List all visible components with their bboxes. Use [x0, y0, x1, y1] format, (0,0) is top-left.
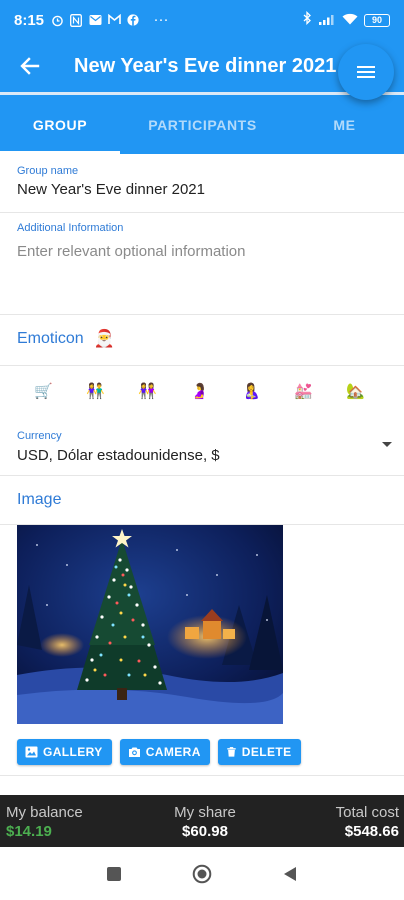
additional-info-input[interactable]: Enter relevant optional information — [17, 243, 397, 260]
dropdown-arrow-icon[interactable] — [382, 442, 392, 447]
emoji-option-wedding[interactable]: 💒 — [294, 382, 346, 400]
delete-button[interactable]: DELETE — [217, 739, 301, 765]
group-name-label: Group name — [17, 165, 79, 177]
divider — [0, 365, 404, 366]
home-button[interactable] — [182, 854, 222, 894]
tab-me[interactable]: ME — [285, 95, 404, 154]
tab-participants[interactable]: PARTICIPANTS — [120, 95, 285, 154]
triangle-back-icon — [284, 866, 296, 881]
emoji-option-cart[interactable]: 🛒 — [34, 382, 86, 400]
more-notifications-icon: ··· — [153, 11, 169, 28]
back-nav-button[interactable] — [270, 854, 310, 894]
menu-fab-button[interactable] — [338, 44, 394, 100]
emoji-option-house[interactable]: 🏡 — [346, 382, 398, 400]
back-button[interactable] — [0, 40, 60, 92]
camera-icon — [128, 747, 140, 757]
gallery-label: GALLERY — [43, 745, 103, 759]
balance-summary-bar: My balance $14.19 My share $60.98 Total … — [0, 795, 404, 847]
my-balance: My balance $14.19 — [6, 804, 83, 840]
my-balance-value: $14.19 — [6, 823, 52, 840]
my-share-value: $60.98 — [182, 823, 228, 840]
app-screen: 8:15 ··· 90 New Year's Eve dinner 2021 G… — [0, 0, 404, 900]
emoticon-row[interactable]: Emoticon 🎅 — [17, 329, 115, 349]
battery-icon: 90 — [364, 13, 390, 27]
additional-info-field[interactable]: Additional Information Enter relevant op… — [17, 222, 397, 260]
selected-emoticon[interactable]: 🎅 — [94, 329, 115, 349]
square-icon — [107, 866, 121, 881]
emoticon-label: Emoticon — [17, 330, 84, 347]
total-cost: Total cost $548.66 — [336, 804, 399, 840]
emoji-picker-row: 🛒 👫 👭 🤰 🤱 💒 🏡 — [34, 382, 398, 400]
status-time: 8:15 — [14, 11, 45, 29]
trash-icon — [227, 747, 236, 757]
total-cost-value: $548.66 — [344, 823, 399, 840]
total-cost-label: Total cost — [335, 804, 399, 821]
system-nav-bar — [0, 847, 404, 900]
mail-icon — [88, 14, 102, 26]
status-right: 90 — [302, 10, 390, 29]
circle-icon — [192, 864, 212, 883]
currency-value[interactable]: USD, Dólar estadounidense, $ — [17, 447, 392, 464]
group-name-input[interactable]: New Year's Eve dinner 2021 — [17, 181, 397, 198]
gallery-icon — [25, 746, 38, 758]
tab-bar: GROUP PARTICIPANTS ME — [0, 92, 404, 154]
tab-group[interactable]: GROUP — [0, 95, 120, 154]
my-share-label: My share — [174, 804, 236, 821]
divider — [0, 775, 404, 776]
bluetooth-icon — [302, 10, 312, 29]
delete-label: DELETE — [241, 745, 292, 759]
emoji-option-couple[interactable]: 👫 — [86, 382, 138, 400]
emoji-option-two-women[interactable]: 👭 — [138, 382, 190, 400]
n-app-icon — [69, 14, 83, 27]
my-balance-label: My balance — [6, 804, 83, 821]
gmail-icon — [107, 13, 121, 26]
emoji-option-breastfeeding[interactable]: 🤱 — [242, 382, 294, 400]
wifi-icon — [342, 12, 358, 29]
my-share: My share $60.98 — [165, 804, 245, 840]
camera-label: CAMERA — [145, 745, 201, 759]
camera-button[interactable]: CAMERA — [119, 739, 210, 765]
facebook-icon — [126, 14, 140, 26]
page-title: New Year's Eve dinner 2021 — [74, 54, 337, 77]
divider — [0, 314, 404, 315]
status-bar: 8:15 ··· 90 — [0, 0, 404, 40]
recents-button[interactable] — [94, 854, 134, 894]
group-name-field[interactable]: Group name New Year's Eve dinner 2021 — [17, 165, 397, 198]
divider — [0, 475, 404, 476]
gallery-button[interactable]: GALLERY — [17, 739, 112, 765]
currency-label: Currency — [17, 430, 62, 442]
alarm-icon — [50, 14, 64, 27]
divider — [0, 212, 404, 213]
currency-select[interactable]: Currency USD, Dólar estadounidense, $ — [17, 430, 392, 464]
image-label: Image — [17, 491, 62, 508]
image-buttons: GALLERY CAMERA DELETE — [17, 739, 301, 765]
menu-icon — [357, 66, 375, 78]
additional-info-label: Additional Information — [17, 222, 124, 234]
arrow-back-icon — [20, 57, 40, 75]
group-image — [17, 525, 283, 724]
signal-icon — [318, 12, 336, 29]
emoji-option-pregnant[interactable]: 🤰 — [190, 382, 242, 400]
